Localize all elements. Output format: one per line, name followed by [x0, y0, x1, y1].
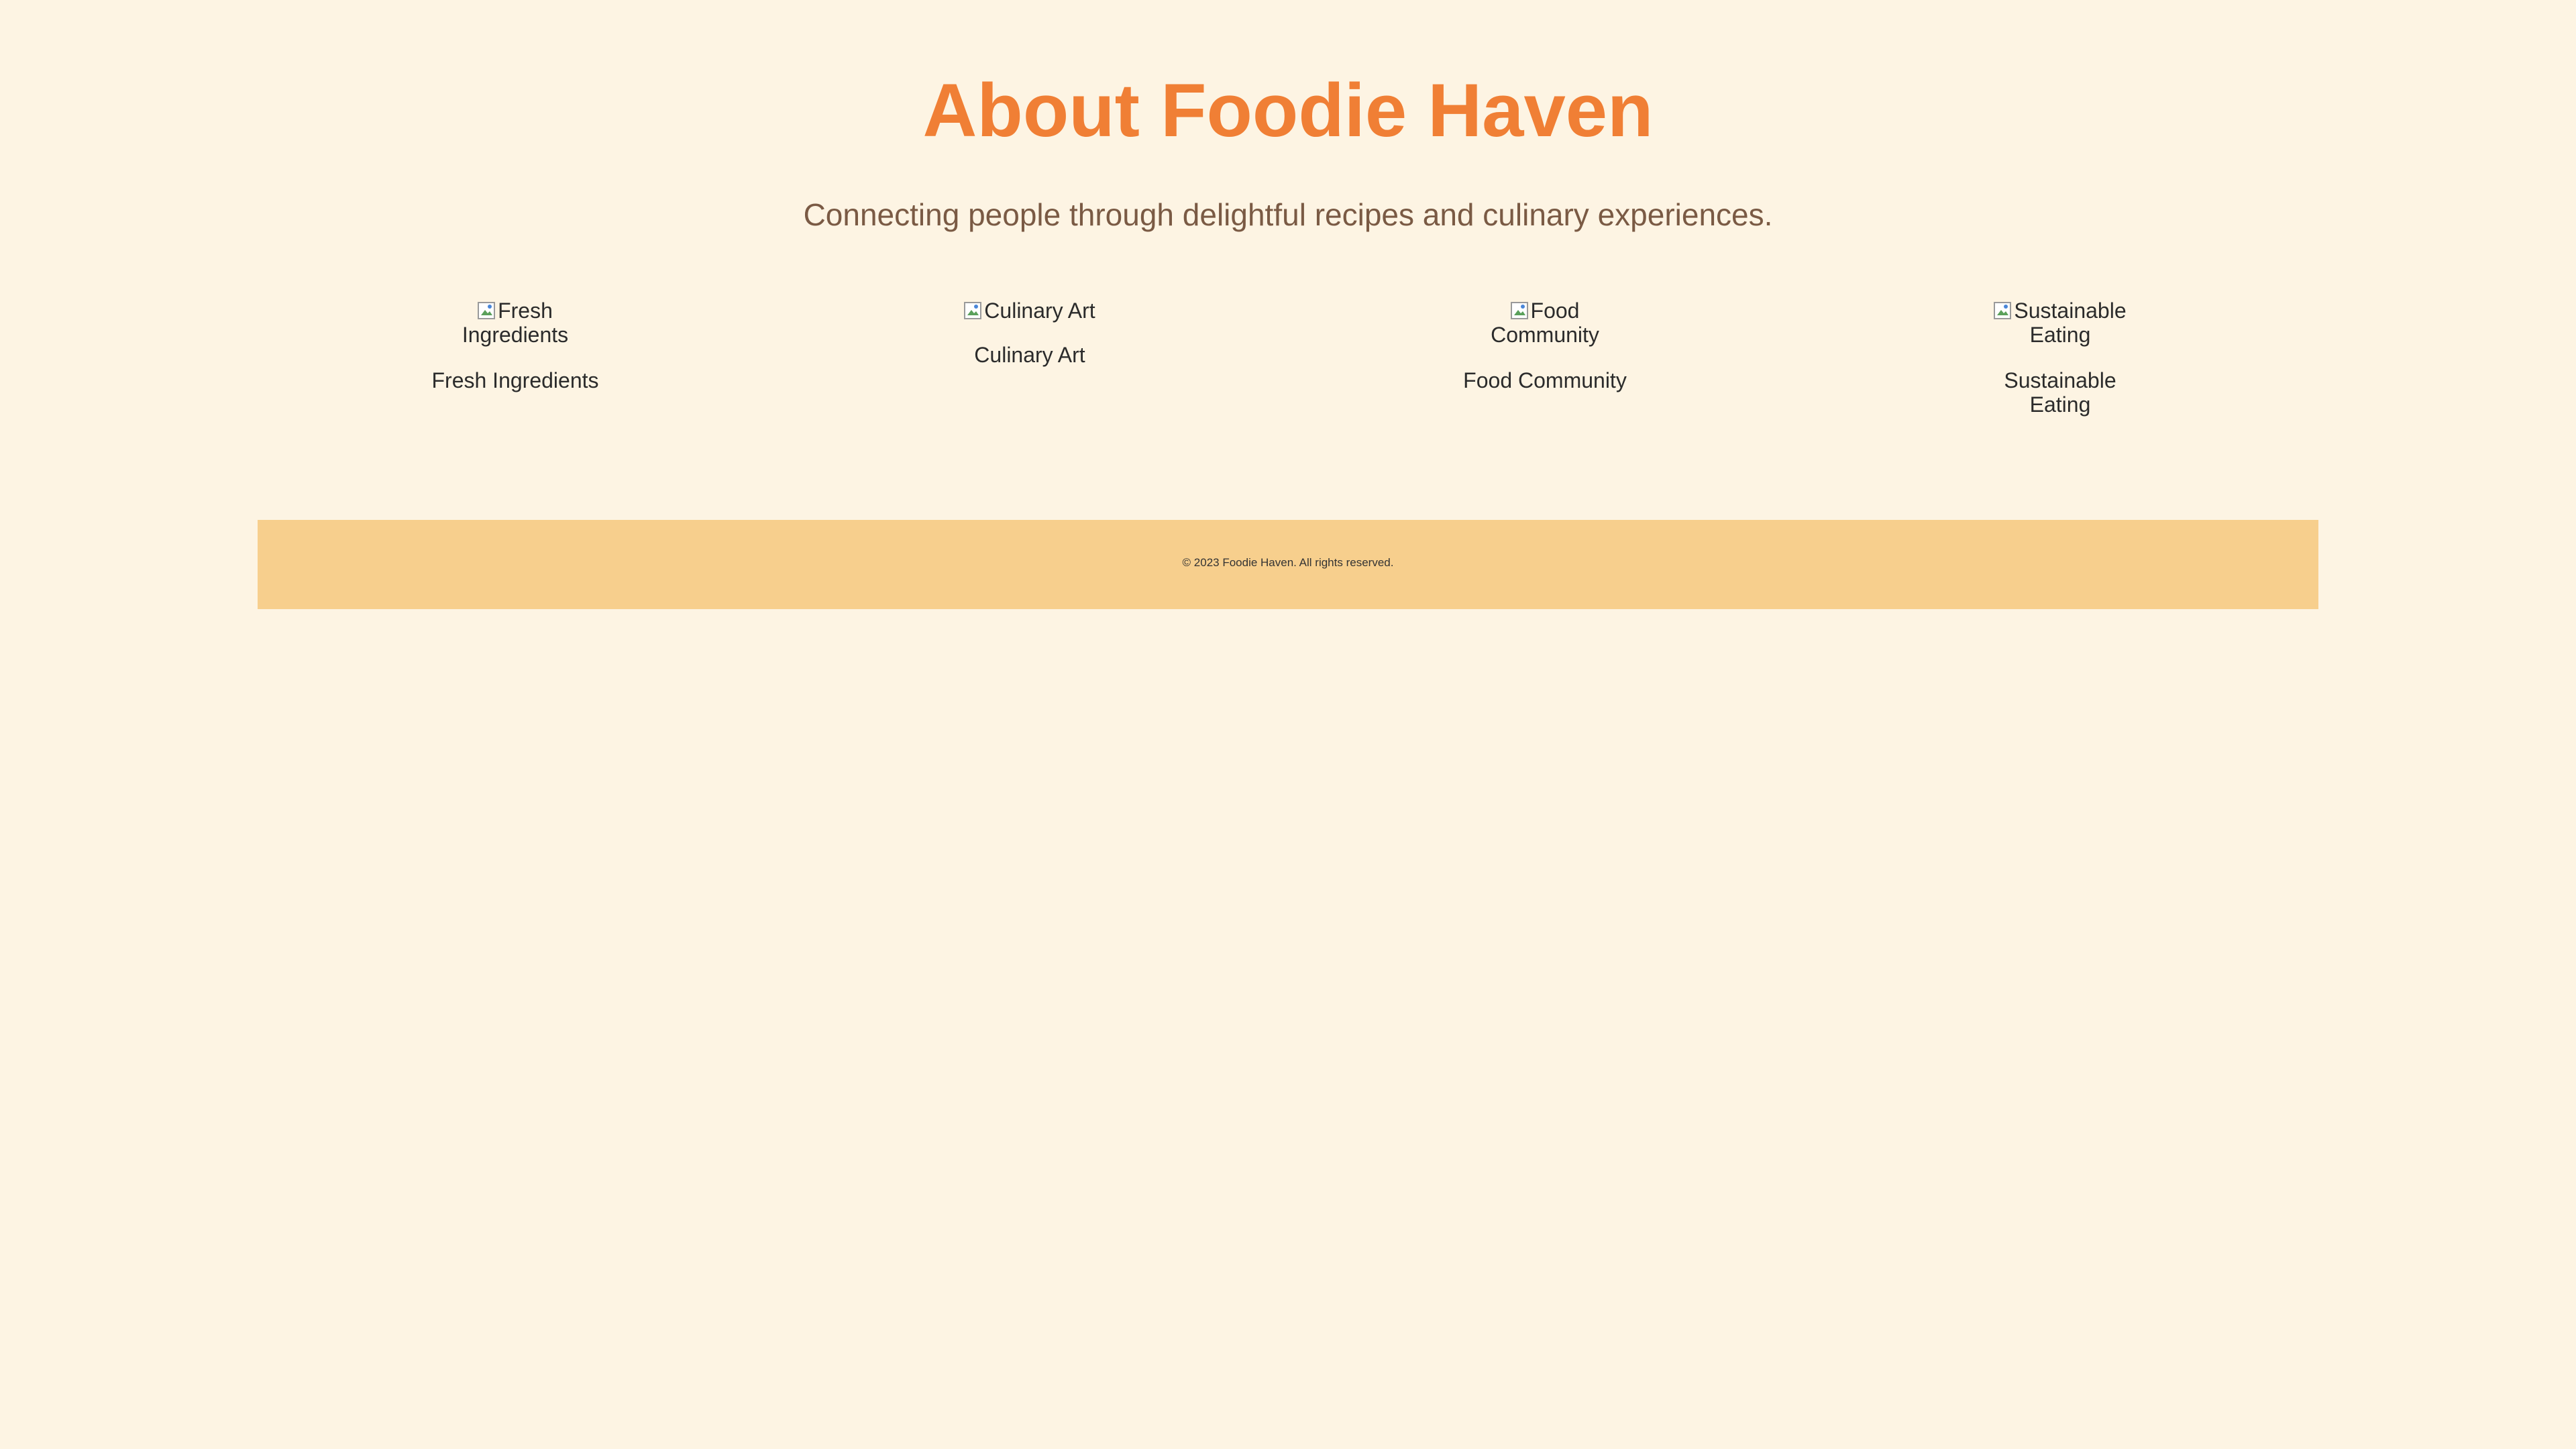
feature-culinary-art: Culinary Art Culinary Art: [943, 299, 1117, 367]
feature-image-culinary-art: Culinary Art: [943, 299, 1117, 323]
broken-image-icon: [478, 302, 496, 319]
copyright-text: © 2023 Foodie Haven. All rights reserved…: [1182, 556, 1394, 569]
feature-caption: Sustainable Eating: [2004, 368, 2116, 417]
broken-image-icon: [1994, 302, 2012, 319]
broken-image-icon: [964, 302, 982, 319]
broken-image-icon: [1510, 302, 1528, 319]
feature-image-food-community: Food Community: [1458, 299, 1632, 347]
feature-caption: Fresh Ingredients: [431, 368, 599, 392]
feature-image-fresh-ingredients: Fresh Ingredients: [428, 299, 602, 347]
feature-sustainable-eating: Sustainable Eating Sustainable Eating: [1973, 299, 2147, 417]
feature-caption: Food Community: [1463, 368, 1627, 392]
page-tagline: Connecting people through delightful rec…: [803, 197, 1773, 232]
feature-image-sustainable-eating: Sustainable Eating: [1973, 299, 2147, 347]
page-title: About Foodie Haven: [922, 68, 1654, 152]
feature-image-alt-text: Food Community: [1491, 299, 1599, 347]
feature-food-community: Food Community Food Community: [1458, 299, 1632, 392]
feature-image-alt-text: Sustainable Eating: [2014, 299, 2127, 347]
feature-image-alt-text: Culinary Art: [984, 299, 1095, 323]
feature-caption: Culinary Art: [974, 343, 1085, 367]
about-page: About Foodie Haven Connecting people thr…: [0, 0, 2576, 1449]
page-footer: © 2023 Foodie Haven. All rights reserved…: [258, 520, 2318, 609]
feature-fresh-ingredients: Fresh Ingredients Fresh Ingredients: [428, 299, 602, 392]
